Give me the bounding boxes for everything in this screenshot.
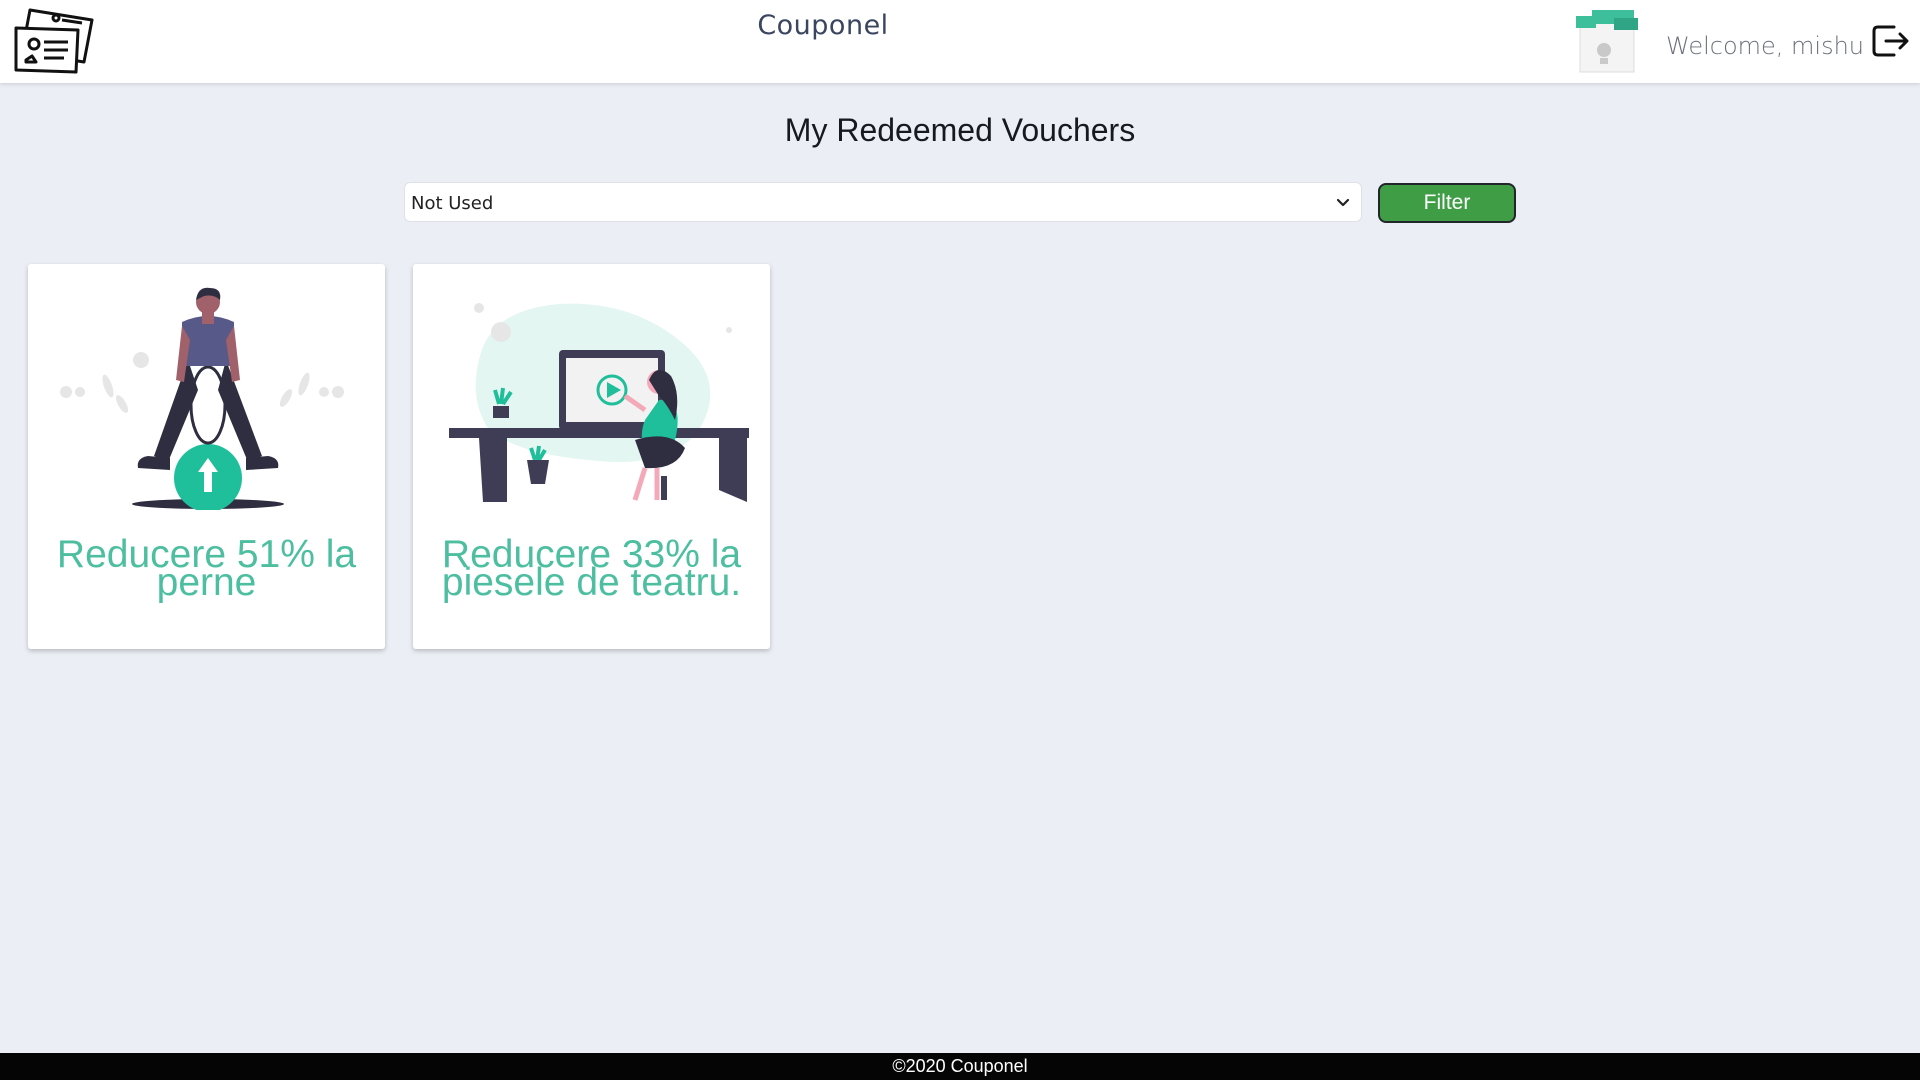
logout-icon[interactable] (1870, 21, 1910, 61)
voucher-card[interactable]: Reducere 33% la piesele de teatru. (413, 264, 770, 649)
filter-bar: Not Used Filter (404, 182, 1516, 224)
chevron-down-icon (1336, 198, 1350, 207)
user-avatar-icon[interactable] (1574, 8, 1640, 76)
filter-button[interactable]: Filter (1378, 183, 1516, 223)
top-navbar: Couponel Welcome, mishu (0, 0, 1920, 83)
footer-copyright: ©2020 Couponel (0, 1053, 1920, 1080)
person-on-ball-icon (60, 287, 344, 510)
app-brand-title[interactable]: Couponel (0, 10, 1646, 41)
voucher-title: Reducere 51% la perne (56, 533, 357, 604)
status-filter-select[interactable]: Not Used (404, 182, 1362, 222)
status-filter-value: Not Used (411, 193, 494, 214)
voucher-title: Reducere 33% la piesele de teatru. (441, 533, 742, 604)
page-title: My Redeemed Vouchers (784, 112, 1136, 148)
desk-video-illustration-icon (449, 303, 749, 502)
voucher-card[interactable]: Reducere 51% la perne (28, 264, 385, 649)
welcome-message: Welcome, mishu (1666, 32, 1865, 60)
